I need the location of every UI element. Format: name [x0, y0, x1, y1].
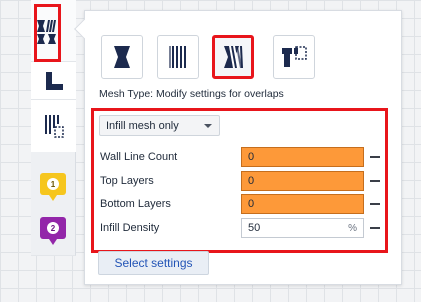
top-layers-field[interactable]: 0	[241, 171, 364, 191]
top-layers-reset-icon[interactable]	[370, 180, 380, 182]
per-model-settings-panel: Mesh Type: Modify settings for overlaps …	[84, 10, 402, 285]
infill-density-field[interactable]: 50 %	[241, 218, 364, 238]
wall-line-count-field[interactable]: 0	[241, 147, 364, 167]
extension-badge-2: 2	[47, 222, 59, 234]
support-blocker-tool[interactable]	[31, 62, 76, 100]
normal-model-button[interactable]	[101, 35, 143, 79]
left-toolbar: 1 2	[31, 0, 76, 302]
per-model-settings-tool[interactable]	[31, 0, 76, 62]
mirror-icon	[44, 115, 64, 138]
support-mesh-button[interactable]	[157, 35, 199, 79]
extension-panel: 1 2	[31, 152, 76, 256]
infill-density-reset-icon[interactable]	[370, 227, 380, 229]
mesh-type-label: Mesh Type: Modify settings for overlaps	[99, 88, 284, 100]
support-mesh-icon	[169, 46, 186, 68]
normal-model-icon	[114, 46, 130, 68]
infill-mesh-dropdown[interactable]: Infill mesh only	[99, 115, 220, 136]
overlap-mesh-icon	[224, 46, 243, 68]
support-blocker-icon	[45, 71, 63, 90]
top-layers-label: Top Layers	[100, 175, 154, 187]
per-model-settings-icon	[37, 20, 56, 44]
select-settings-button[interactable]: Select settings	[98, 251, 209, 275]
infill-density-label: Infill Density	[100, 222, 160, 234]
bottom-layers-field[interactable]: 0	[241, 194, 364, 214]
dropdown-value: Infill mesh only	[106, 119, 179, 132]
extension-button-1[interactable]: 1	[40, 173, 66, 201]
wall-line-count-label: Wall Line Count	[100, 151, 178, 163]
bottom-layers-value: 0	[248, 198, 255, 210]
anti-overhang-mesh-button[interactable]	[273, 35, 315, 79]
mesh-tool[interactable]	[31, 100, 76, 152]
infill-density-unit: %	[348, 222, 357, 234]
wall-line-count-reset-icon[interactable]	[370, 156, 380, 158]
bottom-layers-label: Bottom Layers	[100, 198, 171, 210]
infill-density-value: 50	[248, 222, 261, 234]
wall-line-count-value: 0	[248, 151, 255, 163]
top-layers-value: 0	[248, 175, 255, 187]
extension-button-2[interactable]: 2	[40, 217, 66, 245]
extension-badge-1: 1	[47, 178, 59, 190]
chevron-down-icon	[204, 123, 212, 128]
bottom-layers-reset-icon[interactable]	[370, 203, 380, 205]
anti-overhang-mesh-icon	[282, 46, 307, 67]
overlap-mesh-button[interactable]	[212, 35, 254, 79]
